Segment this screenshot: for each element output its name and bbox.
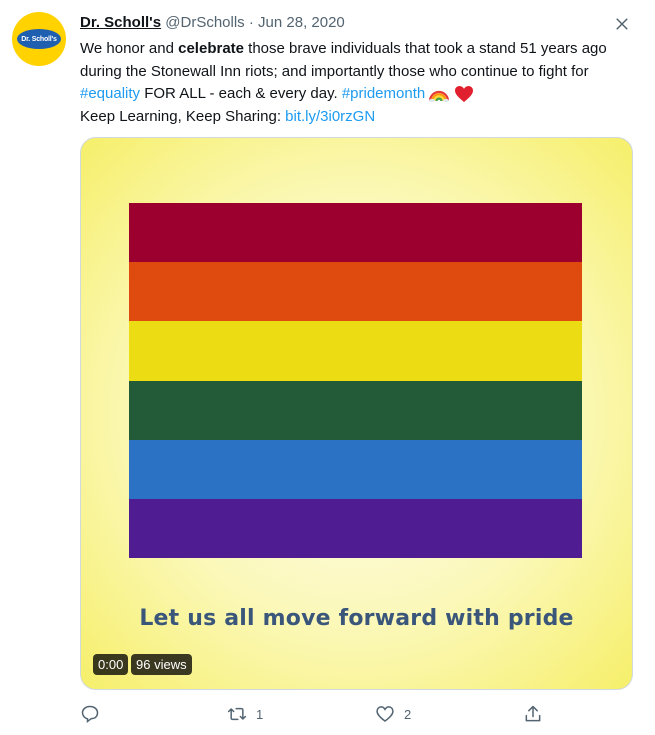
handle[interactable]: @DrScholls	[165, 14, 244, 31]
like-icon	[374, 704, 396, 724]
flag-stripe-5	[129, 439, 582, 499]
text-segment: Keep Learning, Keep Sharing:	[80, 107, 286, 125]
more-icon[interactable]	[610, 12, 634, 36]
retweet-count: 1	[256, 706, 264, 722]
flag-stripe-3	[129, 321, 582, 381]
reply-button[interactable]	[80, 702, 108, 726]
video-timestamp: 0:00	[93, 654, 129, 675]
flag-stripe-4	[129, 380, 582, 440]
video-player[interactable]: Let us all move forward with pride 0:00 …	[80, 137, 633, 690]
display-name[interactable]: Dr. Scholl's	[80, 14, 161, 31]
tweet-header: Dr. Scholl's @DrScholls · Jun 28, 2020	[80, 13, 345, 33]
brand-logo: Dr. Scholl's	[17, 29, 61, 49]
pride-flag	[129, 203, 582, 559]
tweet-actions: 1 2	[80, 702, 550, 726]
text-segment: We honor and	[80, 40, 179, 57]
tweet-date[interactable]: Jun 28, 2020	[258, 14, 345, 31]
like-count: 2	[404, 706, 412, 722]
share-icon	[523, 704, 543, 724]
separator: ·	[248, 14, 254, 31]
video-caption: Let us all move forward with pride	[139, 606, 574, 631]
text-segment: FOR ALL - each & every day.	[140, 85, 342, 102]
flag-stripe-1	[129, 203, 582, 263]
like-button[interactable]: 2	[374, 702, 411, 726]
retweet-icon	[226, 704, 248, 724]
text-bold: celebrate	[178, 40, 244, 57]
red-heart-emoji	[454, 85, 474, 103]
retweet-button[interactable]: 1	[226, 702, 263, 726]
flag-stripe-6	[129, 498, 582, 559]
share-button[interactable]	[523, 702, 543, 726]
rainbow-emoji	[429, 86, 450, 103]
hashtag-pridemonth[interactable]: #pridemonth	[342, 85, 425, 102]
tweet[interactable]: Dr. Scholl's Dr. Scholl's @DrScholls · J…	[0, 0, 655, 735]
flag-stripe-2	[129, 262, 582, 322]
view-count-badge: 96 views	[131, 654, 192, 675]
reply-icon	[80, 704, 100, 724]
tweet-link[interactable]: bit.ly/3i0rzGN	[285, 108, 375, 125]
hashtag-equality[interactable]: #equality	[80, 85, 140, 102]
avatar[interactable]: Dr. Scholl's	[12, 12, 66, 66]
tweet-text: We honor and celebrate those brave indiv…	[80, 38, 640, 128]
